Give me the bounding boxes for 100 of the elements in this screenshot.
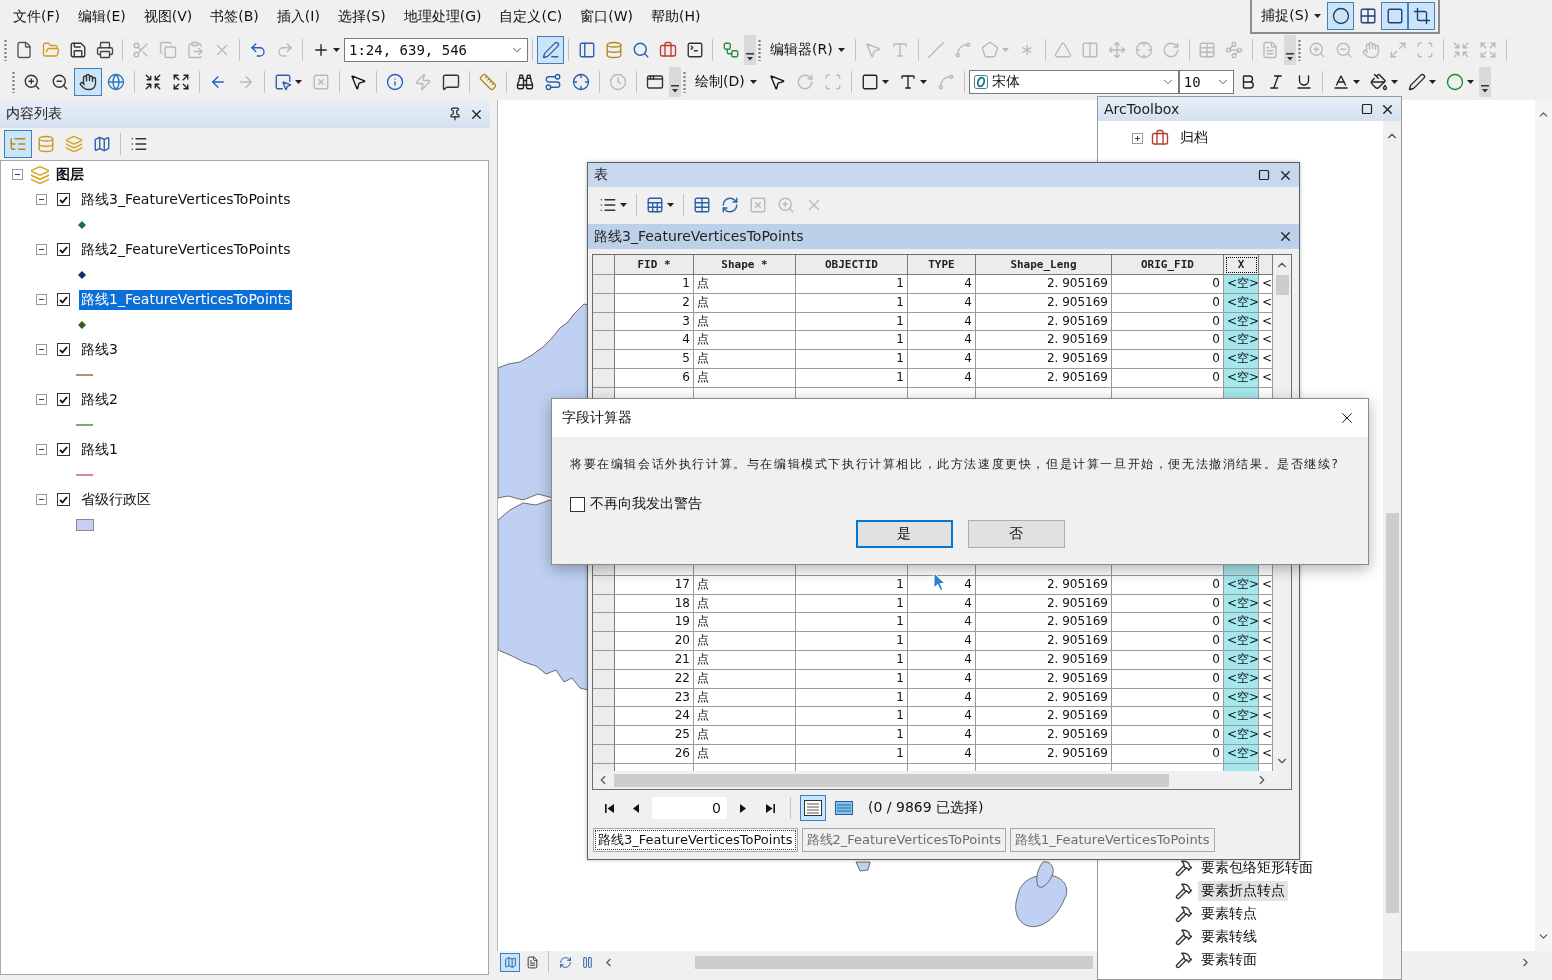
menu-item[interactable]: 文件(F) [4, 4, 69, 30]
row-selector[interactable] [593, 707, 615, 727]
collapse-icon[interactable] [36, 294, 47, 305]
column-header[interactable]: TYPE [908, 255, 976, 275]
maximize-icon[interactable] [1258, 169, 1270, 181]
table-tab[interactable]: 路线2_FeatureVerticesToPoints [801, 828, 1006, 852]
column-header[interactable]: OBJECTID [796, 255, 908, 275]
row-selector[interactable] [593, 726, 615, 745]
collapse-icon[interactable] [36, 344, 47, 355]
overflow-button[interactable] [744, 35, 756, 65]
toolbar-menu-button[interactable]: 编辑器(R) [764, 37, 851, 63]
vertical-scrollbar[interactable] [1383, 121, 1401, 979]
menu-item[interactable]: 视图(V) [134, 4, 202, 30]
expand-icon[interactable] [1132, 132, 1143, 144]
table-cell: 4 [908, 350, 976, 369]
table-cell: 2. 905169 [976, 726, 1112, 745]
collapse-icon[interactable] [36, 444, 47, 455]
combo-box[interactable]: 10 [1178, 70, 1234, 94]
toolbar-button[interactable] [1408, 2, 1435, 30]
column-header[interactable]: Shape_Leng [976, 255, 1112, 275]
collapse-icon[interactable] [36, 244, 47, 255]
menu-item[interactable]: 自定义(C) [490, 4, 572, 30]
tool-item[interactable]: 要素包络矩形转面 [1198, 857, 1316, 878]
row-selector[interactable] [593, 632, 615, 651]
column-header[interactable]: FID * [615, 255, 694, 275]
menu-item[interactable]: 窗口(W) [571, 4, 642, 30]
scrollbar-thumb[interactable] [695, 955, 1093, 969]
maximize-icon[interactable] [1361, 103, 1373, 115]
scrollbar-thumb[interactable] [614, 773, 1169, 787]
collapse-icon[interactable] [12, 169, 23, 180]
grip-handle[interactable] [4, 39, 7, 61]
caret-icon [881, 80, 889, 84]
table-cell: 19 [615, 613, 694, 633]
grip-handle[interactable] [12, 71, 15, 93]
layer-name[interactable]: 路线1 [79, 439, 120, 460]
grip-handle[interactable] [683, 71, 686, 93]
menu-item[interactable]: 书签(B) [201, 4, 268, 30]
tool-item[interactable]: 要素转线 [1198, 926, 1260, 947]
dialog-button[interactable]: 否 [967, 520, 1065, 548]
tool-item[interactable]: 要素转点 [1198, 903, 1260, 924]
layer-name[interactable]: 路线3 [79, 339, 120, 360]
layer-name[interactable]: 路线2 [79, 389, 120, 410]
dialog-checkbox[interactable] [570, 496, 585, 512]
toolbox-item[interactable]: 归档 [1177, 128, 1211, 148]
tool-item[interactable]: 要素转面 [1198, 949, 1260, 970]
overflow-button[interactable] [1478, 67, 1491, 97]
toolbar-button[interactable] [1381, 2, 1408, 30]
layer-checkbox[interactable] [57, 443, 70, 456]
row-selector[interactable] [593, 613, 615, 633]
layer-checkbox[interactable] [57, 493, 70, 506]
layer-group-name[interactable]: 图层 [54, 164, 86, 185]
menu-item[interactable]: 地理处理(G) [394, 4, 491, 30]
column-header[interactable]: X [1224, 255, 1259, 275]
layer-name[interactable]: 路线3_FeatureVerticesToPoints [79, 189, 293, 210]
close-icon[interactable] [1278, 229, 1293, 244]
overflow-button[interactable] [669, 67, 681, 97]
column-header[interactable]: Shape * [694, 255, 796, 275]
layer-checkbox[interactable] [57, 293, 70, 306]
dialog-button[interactable]: 是 [855, 520, 953, 548]
grip-handle[interactable] [758, 39, 761, 61]
collapse-icon[interactable] [36, 194, 47, 205]
caret-icon [1466, 80, 1474, 84]
layer-name[interactable]: 路线1_FeatureVerticesToPoints [79, 289, 293, 310]
combo-box[interactable]: 宋体 [968, 70, 1179, 94]
collapse-icon[interactable] [36, 394, 47, 405]
view-toggle-button[interactable] [500, 952, 520, 972]
toolbar-menu-button[interactable]: 绘制(D) [689, 69, 763, 95]
overflow-button[interactable] [1283, 35, 1296, 65]
menu-item[interactable]: 选择(S) [328, 4, 395, 30]
column-header[interactable] [1259, 255, 1273, 275]
tool-item[interactable]: 要素折点转点 [1198, 880, 1288, 901]
pin-icon[interactable] [448, 107, 462, 121]
view-toggle-button[interactable] [800, 795, 826, 821]
menu-item[interactable]: 帮助(H) [641, 4, 710, 30]
layer-checkbox[interactable] [57, 193, 70, 206]
toolbar-menu-button[interactable]: 捕捉(S) [1255, 3, 1327, 29]
grip-handle[interactable] [1297, 39, 1301, 61]
toolbar-button[interactable] [1327, 2, 1354, 30]
menu-item[interactable]: 编辑(E) [69, 4, 135, 30]
layer-name[interactable]: 省级行政区 [79, 489, 153, 510]
layer-checkbox[interactable] [57, 343, 70, 356]
table-tab[interactable]: 路线1_FeatureVerticesToPoints [1010, 828, 1215, 852]
combo-box[interactable]: 1:24, 639, 546 [344, 38, 528, 62]
row-selector[interactable] [593, 350, 615, 369]
layer-name[interactable]: 路线2_FeatureVerticesToPoints [79, 239, 293, 260]
collapse-icon[interactable] [36, 494, 47, 505]
checkbox-label[interactable]: 不再向我发出警告 [590, 495, 702, 513]
record-number-field[interactable]: 0 [652, 797, 727, 819]
row-selector[interactable] [593, 331, 615, 351]
scrollbar-thumb[interactable] [1275, 275, 1289, 295]
table-tab[interactable]: 路线3_FeatureVerticesToPoints [593, 828, 798, 852]
layer-checkbox[interactable] [57, 243, 70, 256]
menu-item[interactable]: 插入(I) [267, 4, 329, 30]
layer-checkbox[interactable] [57, 393, 70, 406]
row-selector[interactable] [593, 275, 615, 294]
toolbar-button[interactable] [74, 68, 102, 96]
table-cell: 4 [908, 331, 976, 351]
scrollbar-thumb[interactable] [1385, 513, 1399, 913]
vertical-scrollbar[interactable] [1535, 100, 1552, 951]
column-header[interactable]: ORIG_FID [1112, 255, 1224, 275]
